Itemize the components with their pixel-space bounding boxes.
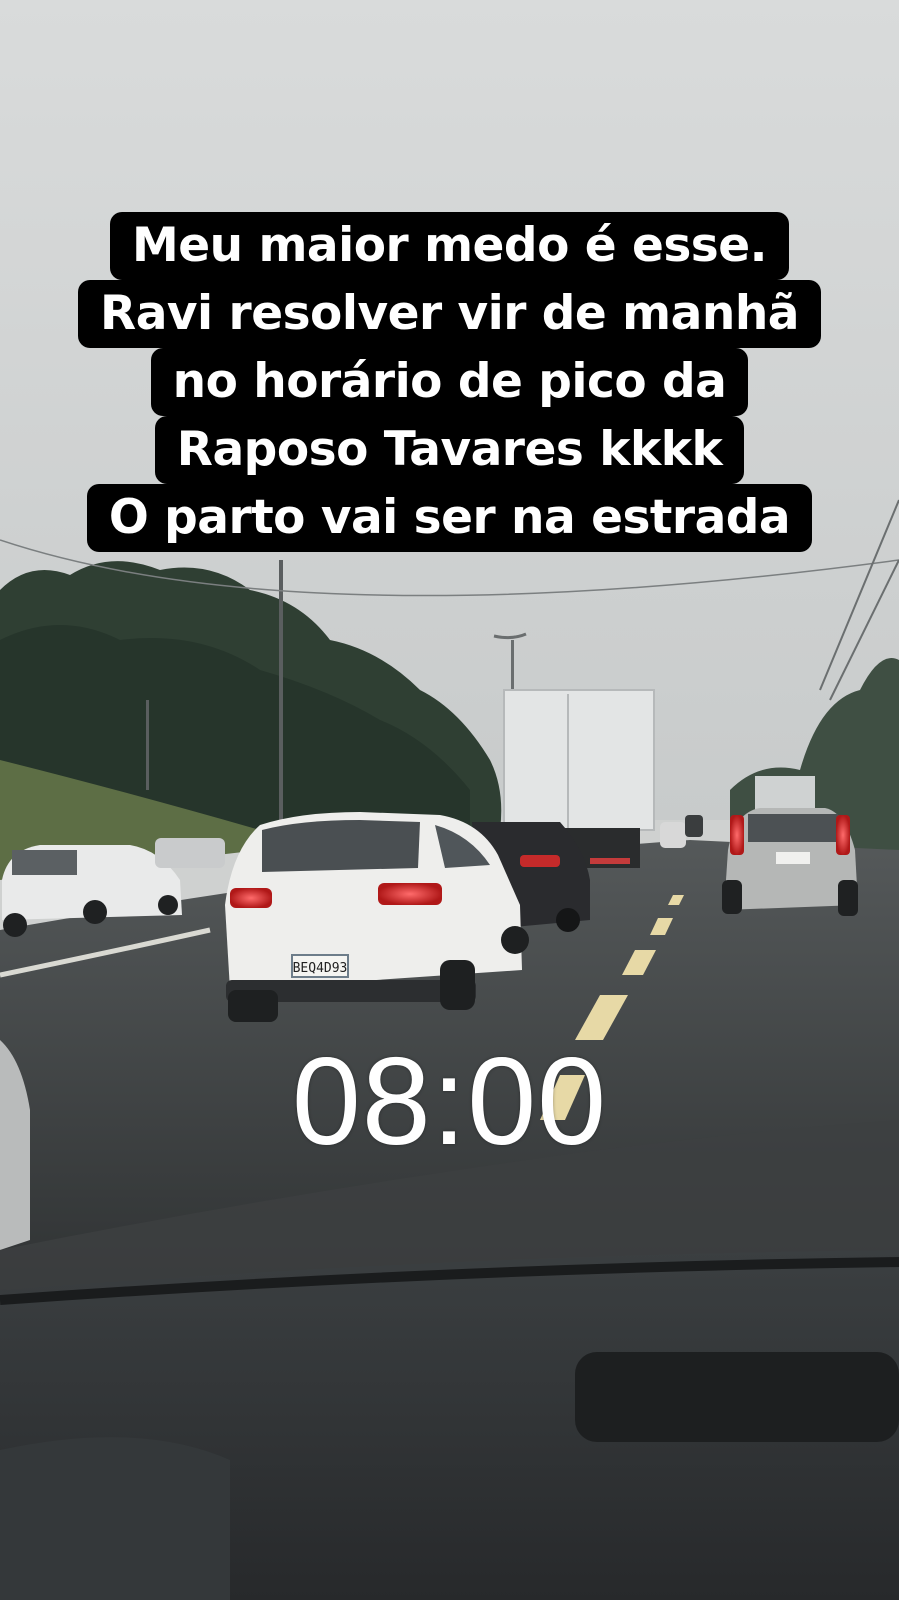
caption-line-5: O parto vai ser na estrada xyxy=(86,484,813,552)
time-sticker: 08:00 xyxy=(291,1033,608,1171)
caption-line-4: Raposo Tavares kkkk xyxy=(154,416,745,484)
caption-line-3: no horário de pico da xyxy=(150,348,749,416)
license-plate-text: BEQ4D93 xyxy=(293,961,348,976)
caption-line-2: Ravi resolver vir de manhã xyxy=(78,280,821,348)
silver-suv xyxy=(722,808,858,916)
caption-line-1: Meu maior medo é esse. xyxy=(109,212,790,280)
story-caption: Meu maior medo é esse. Ravi resolver vir… xyxy=(0,212,899,552)
